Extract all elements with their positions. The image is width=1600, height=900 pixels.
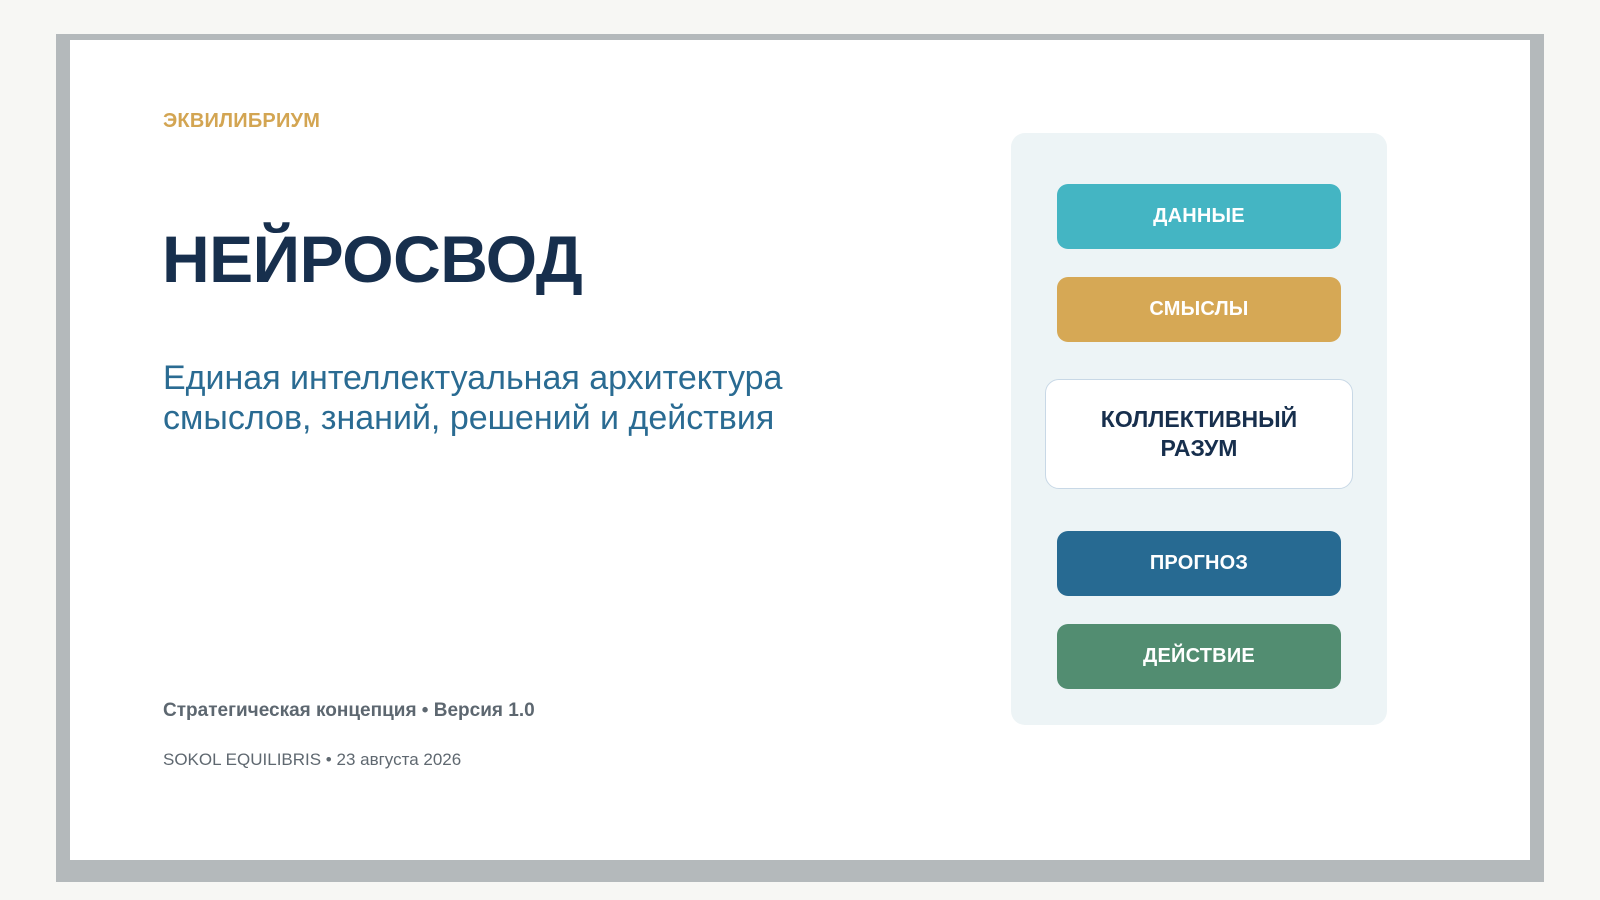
footer-company-date: SOKOL EQUILIBRIS • 23 августа 2026	[163, 750, 462, 769]
collective-mind-core: КОЛЛЕКТИВНЫЙ РАЗУМ	[1045, 379, 1353, 489]
slide-subtitle: Единая интеллектуальная архитектура смыс…	[163, 358, 843, 438]
subtitle-line: смыслов, знаний, решений и действия	[163, 399, 775, 437]
architecture-panel: ДАННЫЕ СМЫСЛЫ КОЛЛЕКТИВНЫЙ РАЗУМ ПРОГНОЗ…	[1011, 133, 1387, 725]
pill-data: ДАННЫЕ	[1057, 184, 1341, 249]
slide: ЭКВИЛИБРИУМ НЕЙРОСВОД Единая интеллектуа…	[70, 40, 1530, 860]
pill-forecast: ПРОГНОЗ	[1057, 531, 1341, 596]
core-line: РАЗУМ	[1160, 435, 1238, 461]
brand-label: ЭКВИЛИБРИУМ	[163, 110, 321, 132]
pill-meanings: СМЫСЛЫ	[1057, 277, 1341, 342]
slide-title: НЕЙРОСВОД	[162, 222, 583, 296]
subtitle-line: Единая интеллектуальная архитектура	[163, 359, 783, 397]
pill-action: ДЕЙСТВИЕ	[1057, 624, 1341, 689]
concept-version-label: Стратегическая концепция • Версия 1.0	[163, 700, 535, 721]
core-line: КОЛЛЕКТИВНЫЙ	[1100, 406, 1298, 432]
